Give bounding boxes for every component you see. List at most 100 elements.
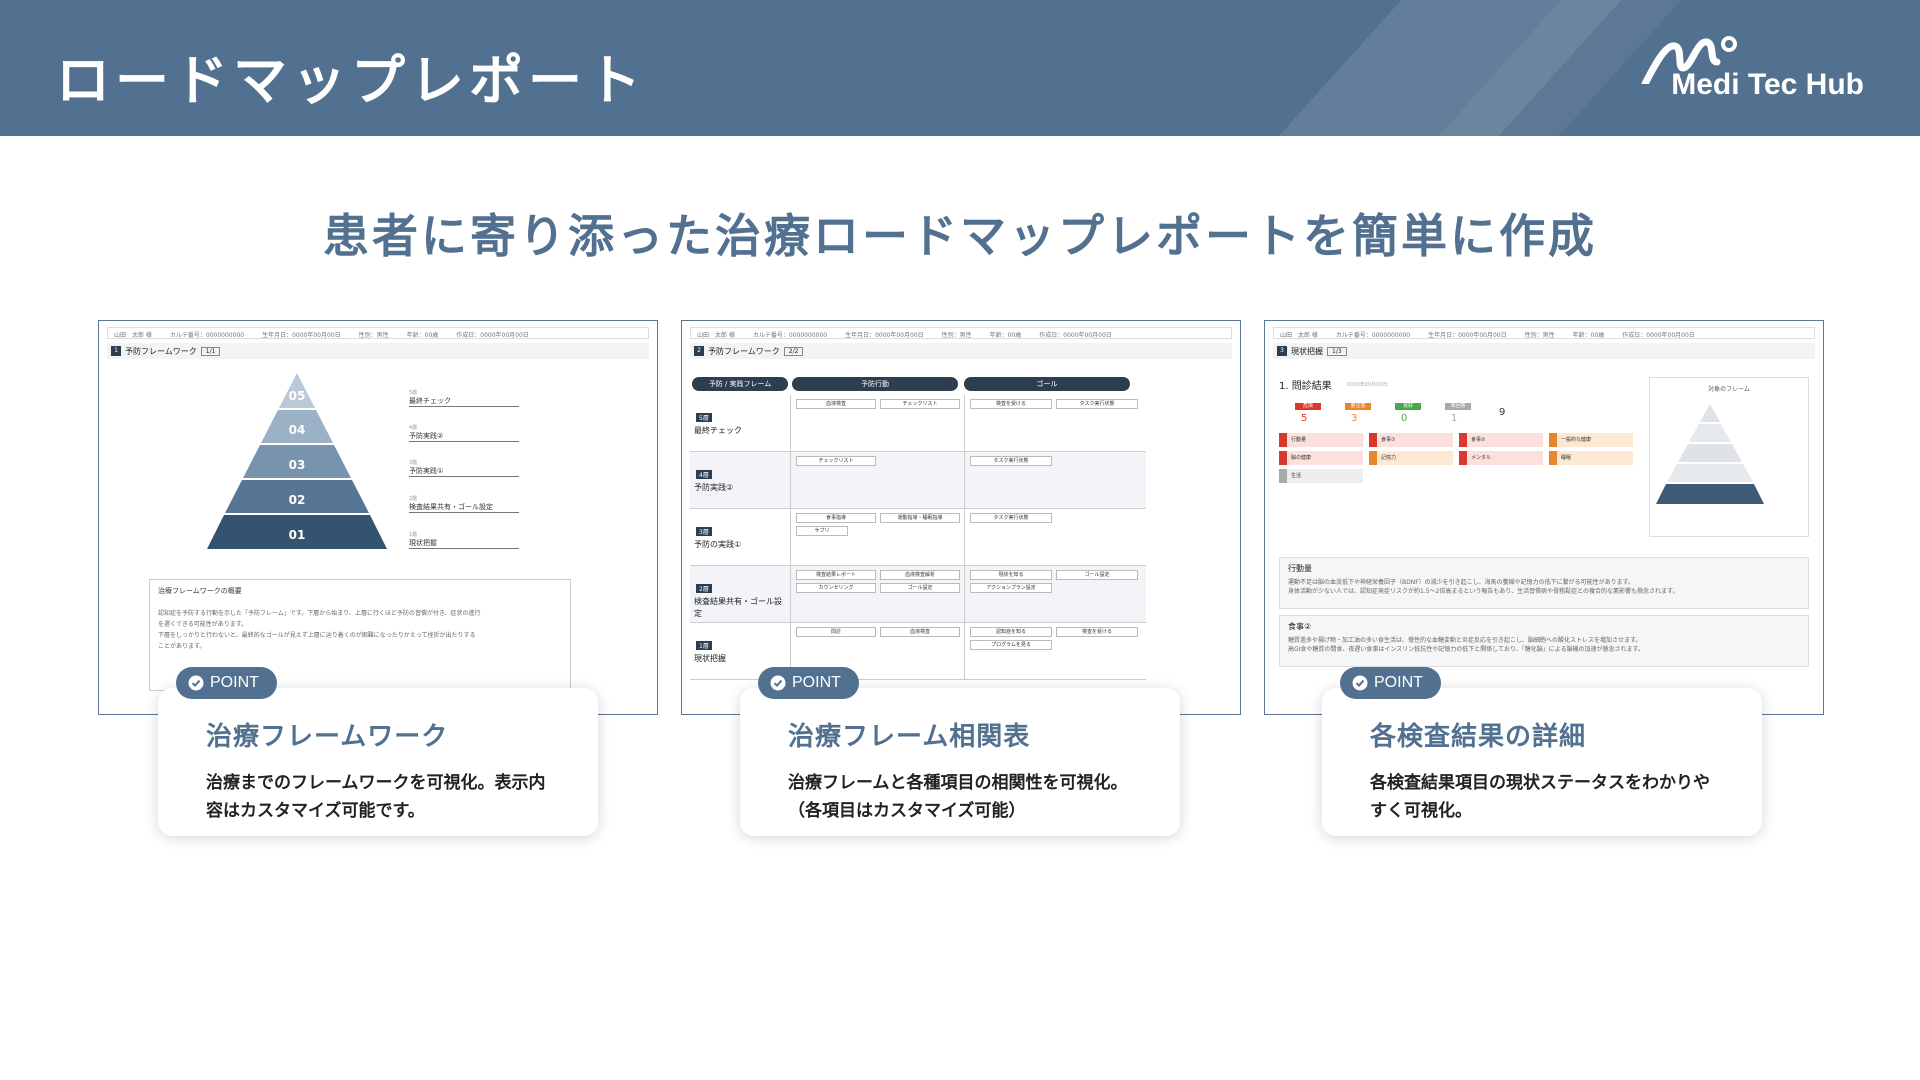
preview-results: 山田 太郎 様 カルテ番号：0000000000 生年月日：0000年00月00…	[1264, 320, 1824, 715]
result-item: 一般的な健康	[1549, 433, 1633, 447]
item-chip: 問診	[796, 627, 876, 637]
pyramid-level: 01	[289, 528, 306, 542]
section-header: 3 現状把握 1/3	[1273, 343, 1815, 359]
feature-card: 各検査結果の詳細 各検査結果項目の現状ステータスをわかりやすく可視化。	[1322, 688, 1762, 836]
summary-line: を遅くできる可能性があります。	[158, 621, 248, 628]
status-badge: 未回答	[1445, 403, 1471, 410]
mini-pyramid	[1656, 404, 1764, 504]
feature-card: 治療フレーム相関表 治療フレームと各種項目の相関性を可視化。（各項目はカスタマイ…	[740, 688, 1180, 836]
result-item: 記憶力	[1369, 451, 1453, 465]
section-header: 1 予防フレームワーク 1/1	[107, 343, 649, 359]
item-chip: カウンセリング	[796, 583, 876, 593]
framework-row: 1層 現状把握	[409, 531, 519, 549]
item-chip: アクションプラン設定	[970, 583, 1052, 593]
item-chip: タスク実行状態	[970, 513, 1052, 523]
framework-row: 2層 検査結果共有・ゴール設定	[409, 495, 519, 513]
page-indicator: 2/2	[783, 346, 804, 356]
item-chip: 血液検査	[796, 399, 876, 409]
framework-row: 4層 予防実践②	[409, 424, 519, 442]
header-bar: ロードマップレポート Medi Tec Hub	[0, 0, 1920, 136]
item-chip: ゴール設定	[1056, 570, 1138, 580]
status-count: 5	[1301, 413, 1308, 424]
status-badge: 良好	[1395, 403, 1421, 410]
patient-header: 山田 太郎 様 カルテ番号：0000000000 生年月日：0000年00月00…	[1273, 327, 1815, 339]
item-chip: 認知症を知る	[970, 627, 1052, 637]
logo-text: Medi Tec Hub	[1671, 68, 1864, 101]
item-chip: チェックリスト	[796, 456, 876, 466]
section-number: 3	[1277, 346, 1287, 356]
section-title: 予防フレームワーク	[125, 346, 197, 356]
results-date: 0000年00月00日	[1347, 382, 1388, 388]
check-circle-icon	[188, 675, 204, 691]
framework-row: 5層 最終チェック	[409, 389, 519, 407]
summary-line: 認知症を予防する行動を示した「予防フレーム」です。下層から始まり、上層に行くほど…	[158, 610, 481, 617]
column-header: 予防 / 実践フレーム	[692, 377, 788, 391]
item-chip: 食事指導	[796, 513, 876, 523]
pyramid-level: 02	[289, 493, 306, 507]
summary-line: ことがあります。	[158, 643, 206, 650]
table-row: 2層 検査結果共有・ゴール設定 検査結果レポート 血液検査解析 カウンセリング …	[690, 566, 1146, 623]
result-item: 脳の健康	[1279, 451, 1363, 465]
item-chip: 検査結果レポート	[796, 570, 876, 580]
column-header: 予防行動	[792, 377, 958, 391]
pyramid-chart: 05 04 03 02 01	[207, 373, 387, 549]
status-count: 1	[1451, 413, 1458, 424]
section-number: 2	[694, 346, 704, 356]
result-item: 食事②	[1459, 433, 1543, 447]
card-title: 治療フレームワーク	[206, 722, 449, 752]
patient-header: 山田 太郎 様 カルテ番号：0000000000 生年月日：0000年00月00…	[107, 327, 649, 339]
correlation-table: 5層 最終チェック 血液検査 チェックリスト 検査を受ける タスク実行状態 4層…	[690, 395, 1146, 680]
page-indicator: 1/1	[200, 346, 221, 356]
section-title: 予防フレームワーク	[708, 346, 780, 356]
result-item: 行動量	[1279, 433, 1363, 447]
table-row: 4層 予防実践② チェックリスト タスク実行状態	[690, 452, 1146, 509]
item-chip: 検査を受ける	[1056, 627, 1138, 637]
section-number: 1	[111, 346, 121, 356]
status-badge: 要注意	[1345, 403, 1371, 410]
point-badge: POINT	[758, 667, 859, 699]
card-description: 各検査結果項目の現状ステータスをわかりやすく可視化。	[1370, 773, 1710, 821]
item-chip: ゴール設定	[880, 583, 960, 593]
page-title: ロードマップレポート	[56, 49, 646, 112]
page-indicator: 1/3	[1327, 346, 1347, 356]
item-chip: タスク実行状態	[1056, 399, 1138, 409]
item-chip: 血液検査解析	[880, 570, 960, 580]
pyramid-level: 03	[289, 458, 306, 472]
status-count: 3	[1351, 413, 1358, 424]
pyramid-level: 04	[289, 423, 306, 437]
table-row: 1層 現状把握 問診 血液検査 認知症を知る 検査を受ける プログラムを見る	[690, 623, 1146, 680]
card-title: 各検査結果の詳細	[1370, 722, 1587, 752]
patient-header: 山田 太郎 様 カルテ番号：0000000000 生年月日：0000年00月00…	[690, 327, 1232, 339]
item-chip: サプリ	[796, 526, 848, 536]
item-chip: 現状を知る	[970, 570, 1052, 580]
card-title: 治療フレーム相関表	[788, 722, 1031, 752]
check-circle-icon	[770, 675, 786, 691]
results-title: 1. 問診結果	[1279, 381, 1332, 392]
item-chip: チェックリスト	[880, 399, 960, 409]
detail-section: 行動量 運動不足は脳の血流低下や神経栄養因子（BDNF）の減少を引き起こし、海馬…	[1279, 557, 1809, 609]
status-count: 0	[1401, 413, 1408, 424]
result-item: 睡眠	[1549, 451, 1633, 465]
point-badge: POINT	[1340, 667, 1441, 699]
total-count: 9	[1499, 407, 1506, 418]
preview-framework: 山田 太郎 様 カルテ番号：0000000000 生年月日：0000年00月00…	[98, 320, 658, 715]
item-chip: 検査を受ける	[970, 399, 1052, 409]
item-chip: タスク実行状態	[970, 456, 1052, 466]
summary-line: 下層をしっかりと行わないと、最終的なゴールが見えず上層に辿り着くのが困難になった…	[158, 632, 476, 639]
result-item: 食事①	[1369, 433, 1453, 447]
check-circle-icon	[1352, 675, 1368, 691]
result-item: メンタル	[1459, 451, 1543, 465]
main-heading: 患者に寄り添った治療ロードマップレポートを簡単に作成	[323, 209, 1597, 263]
section-title: 現状把握	[1291, 346, 1323, 356]
status-badge: 危険	[1295, 403, 1321, 410]
section-header: 2 予防フレームワーク 2/2	[690, 343, 1232, 359]
result-item: 生活	[1279, 469, 1363, 483]
detail-section: 食事② 糖質過多や揚げ物・加工油の多い食生活は、慢性的な血糖変動と炎症反応を引き…	[1279, 615, 1809, 667]
item-chip: 運動指導・睡眠指導	[880, 513, 960, 523]
column-header: ゴール	[964, 377, 1130, 391]
summary-title: 治療フレームワークの概要	[158, 587, 242, 595]
point-badge: POINT	[176, 667, 277, 699]
brand-logo: Medi Tec Hub	[1641, 34, 1864, 102]
preview-correlation: 山田 太郎 様 カルテ番号：0000000000 生年月日：0000年00月00…	[681, 320, 1241, 715]
item-chip: 血液検査	[880, 627, 960, 637]
